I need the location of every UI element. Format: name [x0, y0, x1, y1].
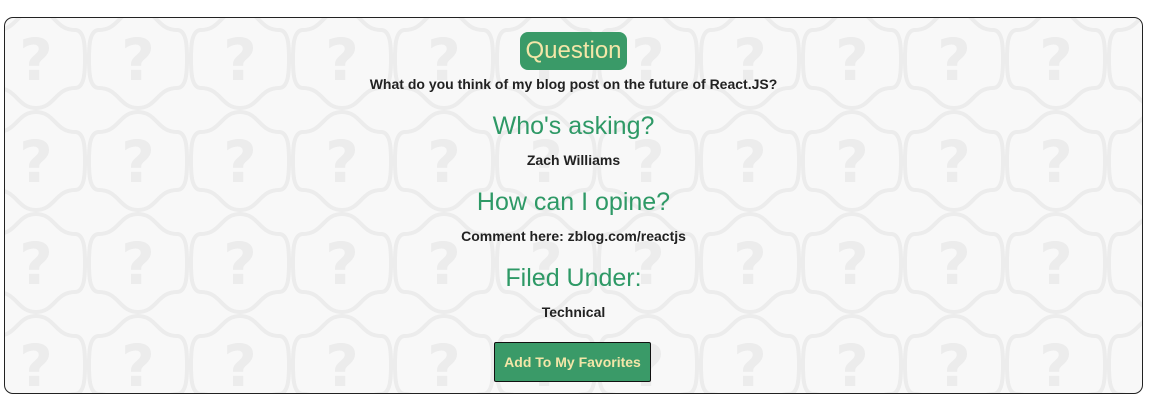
asker-heading: Who's asking?: [492, 112, 655, 140]
add-to-favorites-button[interactable]: Add To My Favorites: [494, 342, 651, 382]
filed-under-heading: Filed Under:: [505, 264, 642, 292]
asker-name: Zach Williams: [526, 152, 621, 168]
category-text: Technical: [541, 304, 606, 320]
question-text: What do you think of my blog post on the…: [369, 76, 778, 92]
question-badge: Question: [520, 32, 627, 70]
question-card: ? Question What do you think of my blog …: [4, 17, 1143, 394]
opine-text: Comment here: zblog.com/reactjs: [461, 228, 686, 244]
opine-heading: How can I opine?: [476, 188, 671, 216]
